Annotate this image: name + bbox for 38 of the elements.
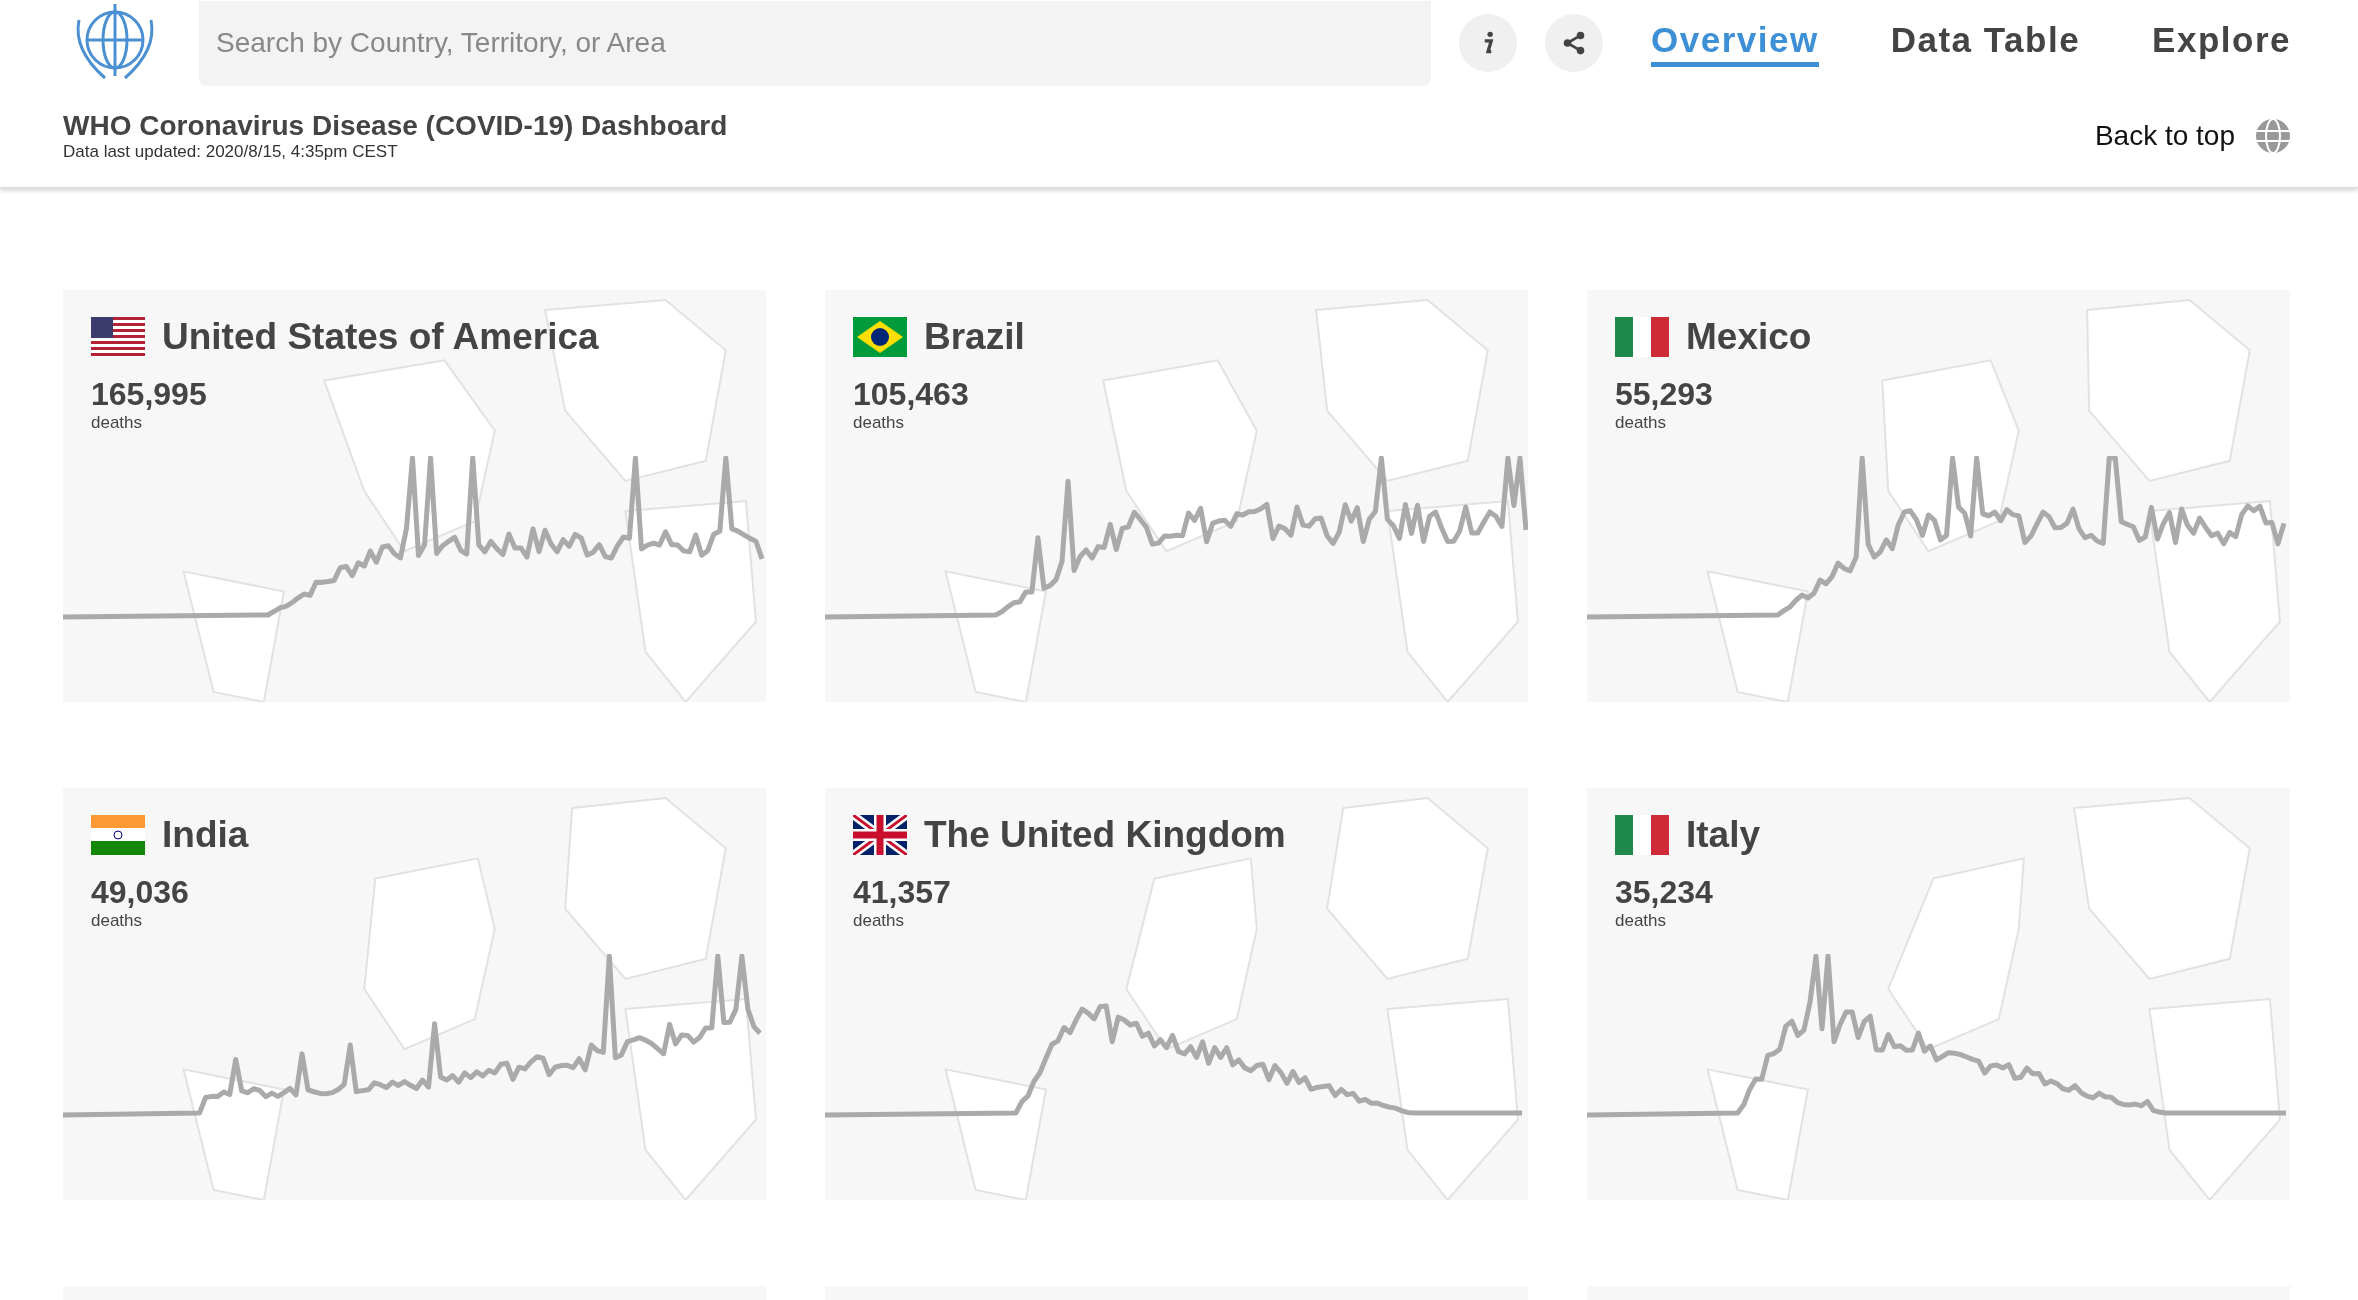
deaths-label: deaths — [853, 413, 906, 433]
country-name: India — [162, 814, 249, 856]
dashboard-title: WHO Coronavirus Disease (COVID-19) Dashboard — [63, 110, 728, 142]
globe-icon[interactable] — [2255, 118, 2291, 154]
deaths-label: deaths — [91, 413, 144, 433]
nav-tab[interactable]: Explore — [2152, 19, 2291, 67]
country-card[interactable]: United States of America 165,995 deaths — [63, 290, 766, 702]
deaths-label: deaths — [853, 911, 906, 931]
nav-tab[interactable]: Data Table — [1890, 19, 2081, 67]
death-count: 49,036 — [91, 874, 190, 911]
country-name: Italy — [1686, 814, 1761, 856]
country-name: United States of America — [162, 316, 599, 358]
death-count: 105,463 — [853, 376, 970, 413]
country-name: The United Kingdom — [924, 814, 1286, 856]
country-card[interactable]: Mexico 55,293 deaths — [1587, 290, 2290, 702]
country-name: Mexico — [1686, 316, 1812, 358]
last-updated-text: Data last updated: 2020/8/15, 4:35pm CEST — [63, 142, 399, 162]
country-card[interactable]: The United Kingdom 41,357 deaths — [825, 788, 1528, 1200]
flag-icon — [853, 317, 907, 357]
back-to-top-link[interactable]: Back to top — [2094, 120, 2235, 152]
flag-icon — [91, 317, 145, 357]
country-name: Brazil — [924, 316, 1025, 358]
country-card[interactable]: India 49,036 deaths — [63, 788, 766, 1200]
deaths-label: deaths — [1615, 413, 1668, 433]
flag-icon — [1615, 317, 1669, 357]
flag-icon — [1615, 815, 1669, 855]
death-count: 35,234 — [1615, 874, 1714, 911]
flag-icon — [91, 815, 145, 855]
flag-icon — [853, 815, 907, 855]
share-icon — [1561, 30, 1587, 56]
deaths-label: deaths — [91, 911, 144, 931]
country-card[interactable]: Brazil 105,463 deaths — [825, 290, 1528, 702]
country-card[interactable]: Italy 35,234 deaths — [1587, 788, 2290, 1200]
deaths-label: deaths — [1615, 911, 1668, 931]
death-count: 41,357 — [853, 874, 952, 911]
search-field[interactable]: Search by Country, Territory, or Area — [199, 0, 1431, 86]
death-count: 55,293 — [1615, 376, 1714, 413]
death-count: 165,995 — [91, 376, 208, 413]
